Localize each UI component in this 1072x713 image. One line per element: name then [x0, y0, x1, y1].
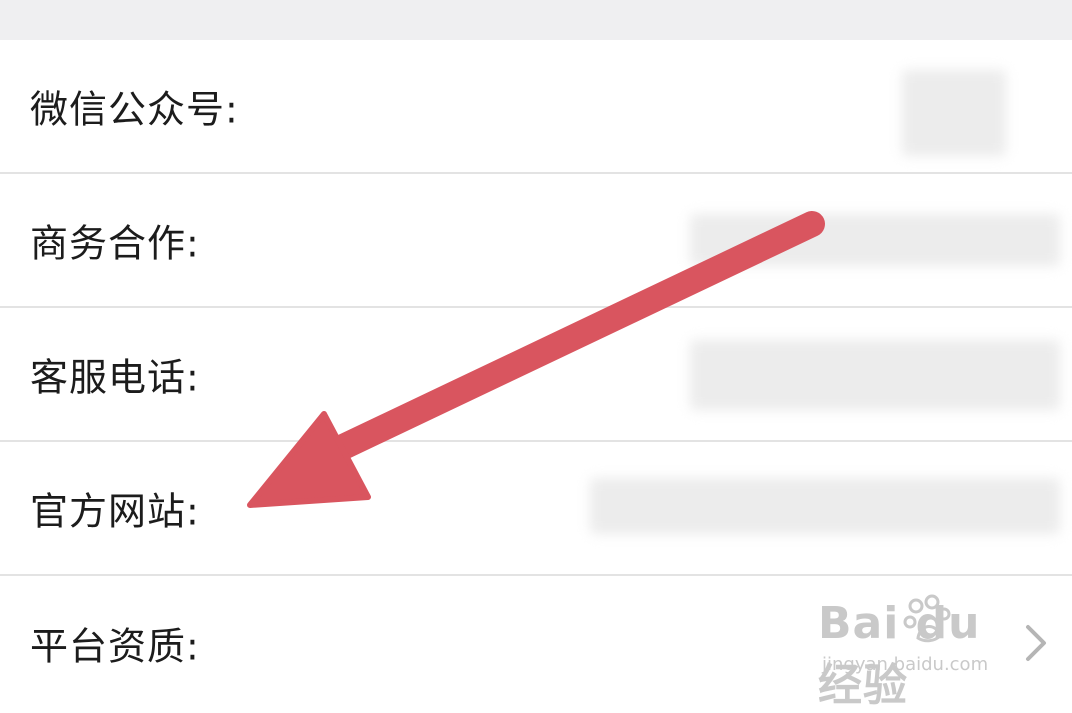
redacted-value [590, 478, 1060, 534]
row-business-cooperation: 商务合作: [0, 174, 1072, 308]
row-label: 微信公众号: [30, 87, 239, 132]
redacted-value [690, 340, 1060, 410]
row-label: 官方网站: [30, 489, 200, 534]
row-customer-service-phone: 客服电话: [0, 308, 1072, 442]
redacted-value [902, 70, 1006, 156]
info-list: 微信公众号: 商务合作: 客服电话: 官方网站: 平台资质: [0, 40, 1072, 710]
row-official-website: 官方网站: [0, 442, 1072, 576]
row-label: 客服电话: [30, 355, 200, 400]
row-label: 商务合作: [30, 221, 200, 266]
row-label: 平台资质: [30, 624, 200, 669]
top-strip [0, 0, 1072, 40]
chevron-right-icon[interactable] [1020, 621, 1050, 665]
row-platform-qualification[interactable]: 平台资质: [0, 576, 1072, 710]
row-wechat-account: 微信公众号: [0, 40, 1072, 174]
redacted-value [690, 214, 1060, 266]
